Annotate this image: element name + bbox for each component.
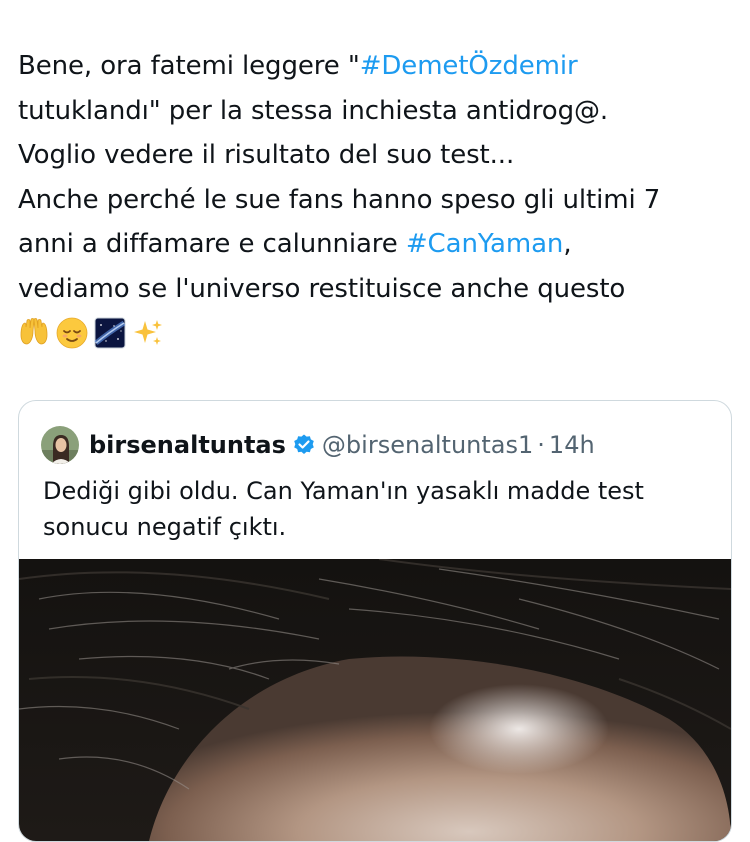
tweet-text-segment: Bene, ora fatemi leggere " xyxy=(18,51,360,81)
sparkles-emoji-icon xyxy=(132,317,164,349)
tweet-text-segment: anni a diffamare e calunniare xyxy=(18,229,406,259)
quoted-tweet-header: birsenaltuntas @birsenaltuntas1 · 14h xyxy=(41,425,595,465)
quoted-handle[interactable]: @birsenaltuntas1 xyxy=(322,431,533,459)
quoted-text-line-1: Dediği gibi oldu. Can Yaman'ın yasaklı m… xyxy=(43,477,644,505)
separator-dot: · xyxy=(537,431,545,459)
relieved-face-emoji-icon xyxy=(56,317,88,349)
hashtag-demet-ozdemir[interactable]: #DemetÖzdemir xyxy=(360,51,578,81)
tweet-line-4: Anche perché le sue fans hanno speso gli… xyxy=(18,184,661,215)
quoted-display-name[interactable]: birsenaltuntas xyxy=(89,431,286,459)
hashtag-can-yaman[interactable]: #CanYaman xyxy=(406,229,564,259)
emoji-row xyxy=(18,311,733,355)
tweet-line-3: Voglio vedere il risultato del suo test.… xyxy=(18,140,515,170)
tweet-line-6: vediamo se l'universo restituisce anche … xyxy=(18,273,626,304)
tweet-line-2: tutuklandı" per la stessa inchiesta anti… xyxy=(18,95,609,126)
quoted-text-line-2: sonucu negatif çıktı. xyxy=(43,513,287,541)
raising-hands-emoji-icon xyxy=(18,317,50,349)
verified-badge-icon xyxy=(292,433,316,457)
tweet-text-segment: , xyxy=(563,229,572,259)
tweet-line-5: anni a diffamare e calunniare #CanYaman, xyxy=(18,222,733,267)
milky-way-emoji-icon xyxy=(94,317,126,349)
quoted-tweet-photo[interactable] xyxy=(19,559,731,841)
quoted-timestamp[interactable]: 14h xyxy=(549,431,595,459)
quoted-tweet-card[interactable]: birsenaltuntas @birsenaltuntas1 · 14h De… xyxy=(18,400,732,842)
avatar[interactable] xyxy=(41,426,79,464)
tweet-line-1: Bene, ora fatemi leggere "#DemetÖzdemir xyxy=(18,44,733,89)
quoted-tweet-text: Dediği gibi oldu. Can Yaman'ın yasaklı m… xyxy=(43,473,703,545)
tweet-text: Bene, ora fatemi leggere "#DemetÖzdemir … xyxy=(18,44,733,355)
